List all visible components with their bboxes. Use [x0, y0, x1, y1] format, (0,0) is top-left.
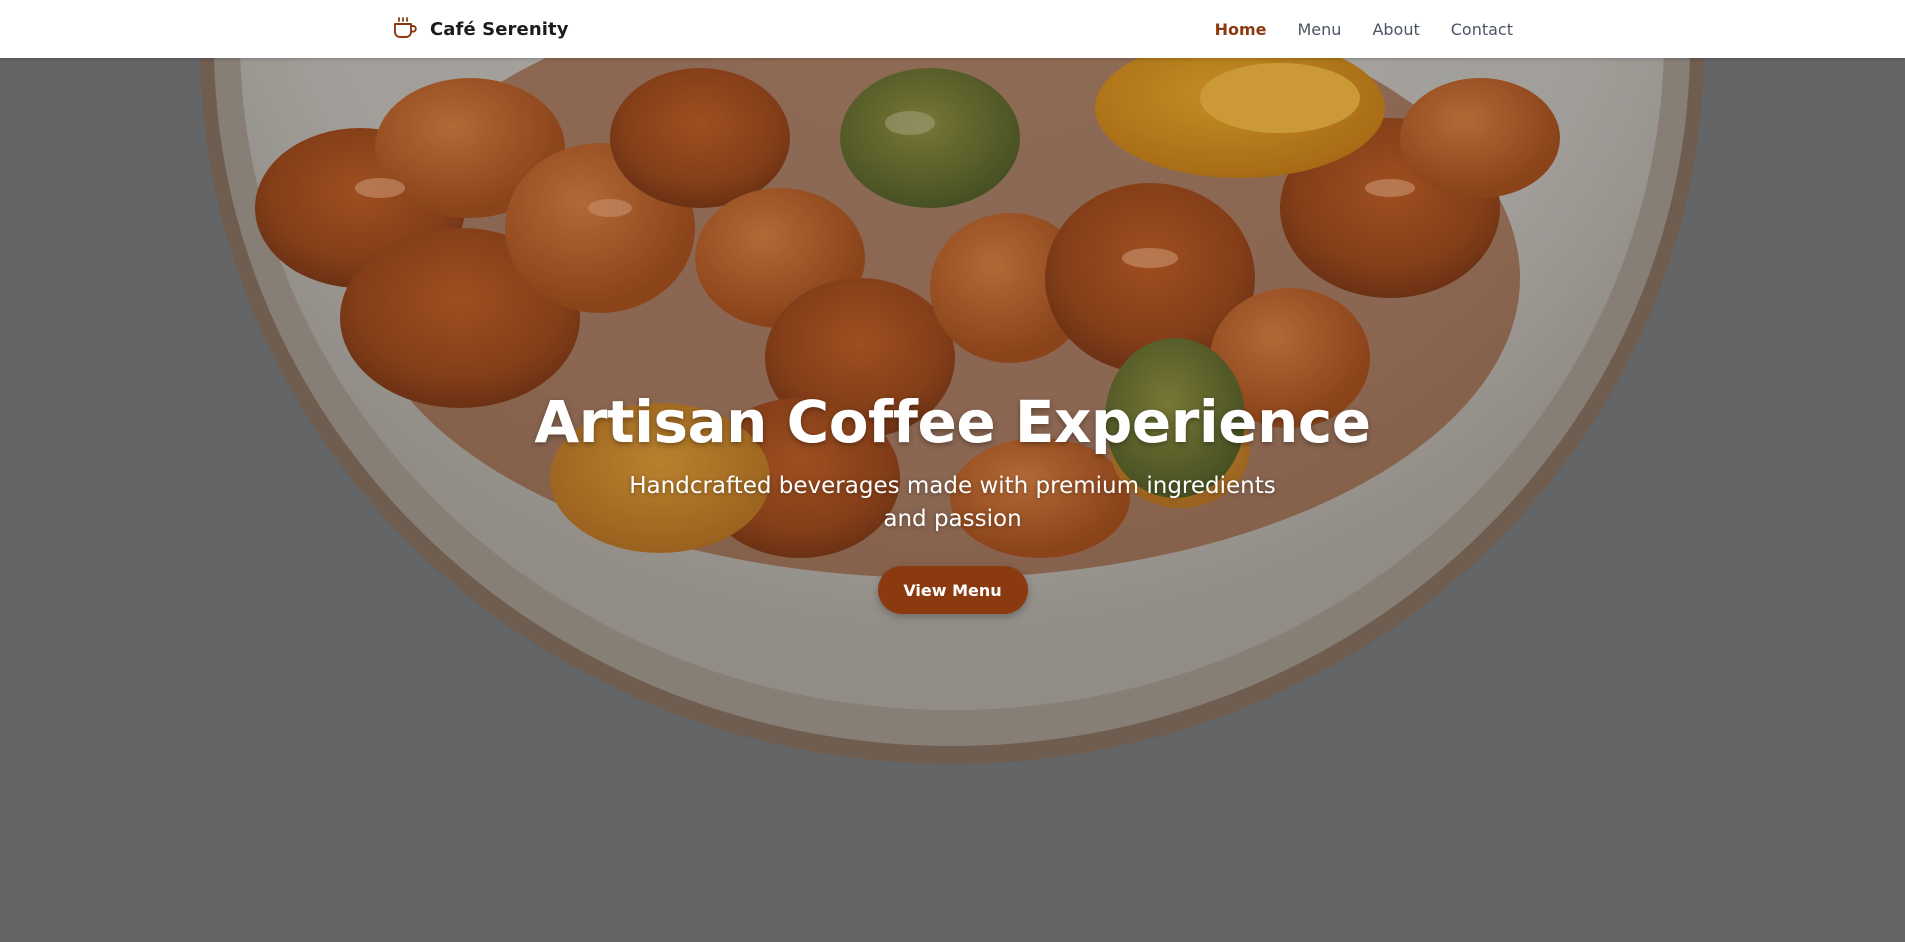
nav-link-contact[interactable]: Contact [1451, 20, 1513, 39]
coffee-cup-icon [392, 16, 418, 42]
page: Café Serenity Home Menu About Contact Ar… [0, 0, 1905, 942]
hero-subtitle: Handcrafted beverages made with premium … [629, 473, 1276, 532]
brand-name: Café Serenity [430, 18, 569, 40]
nav-link-about[interactable]: About [1372, 20, 1419, 39]
nav-link-home[interactable]: Home [1215, 20, 1267, 39]
nav-link-menu[interactable]: Menu [1298, 20, 1342, 39]
hero-section: Artisan Coffee Experience Handcrafted be… [0, 58, 1905, 942]
view-menu-button[interactable]: View Menu [877, 566, 1028, 614]
navbar: Café Serenity Home Menu About Contact [0, 0, 1905, 58]
hero-content: Artisan Coffee Experience Handcrafted be… [0, 388, 1905, 614]
nav-links: Home Menu About Contact [1215, 0, 1513, 58]
brand-logo[interactable]: Café Serenity [392, 14, 569, 44]
hero-title: Artisan Coffee Experience [534, 388, 1371, 456]
